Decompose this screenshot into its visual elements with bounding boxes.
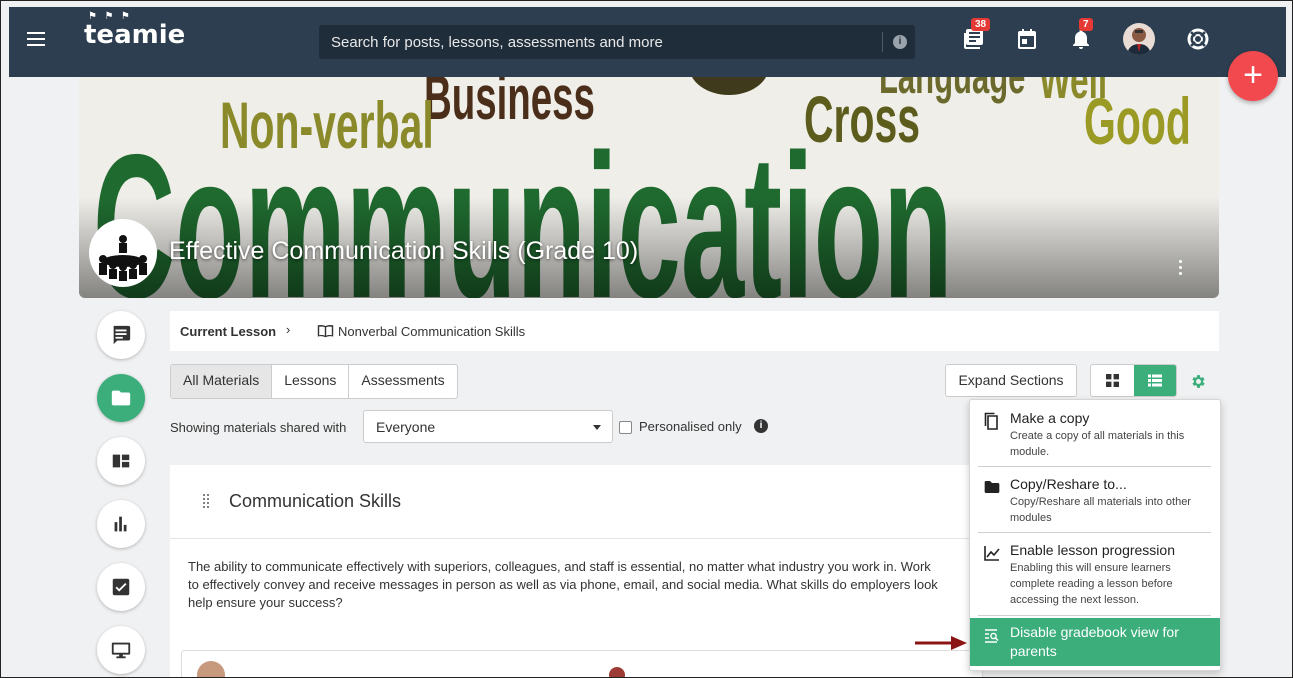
list-icon	[1148, 374, 1162, 387]
banner-word-good: Good	[1084, 84, 1191, 158]
notifications-badge: 7	[1079, 18, 1093, 31]
grid-view-button[interactable]	[1091, 365, 1133, 396]
chevron-down-icon	[593, 425, 601, 430]
author-avatar	[197, 661, 225, 677]
logo-flags-icon: ⚑ ⚑ ⚑	[88, 11, 132, 22]
list-view-button[interactable]	[1134, 365, 1176, 396]
personalised-only-label: Personalised only	[639, 419, 742, 434]
menu-item-copy-reshare[interactable]: Copy/Reshare to... Copy/Reshare all mate…	[970, 467, 1220, 531]
calendar-button[interactable]	[1015, 27, 1039, 51]
menu-item-title: Enable lesson progression	[1010, 542, 1175, 558]
folder-icon	[111, 390, 131, 406]
menu-item-title: Disable gradebook view for parents	[1010, 624, 1179, 659]
status-dot-icon	[609, 667, 625, 677]
section-card: Communication Skills The ability to comm…	[170, 465, 983, 677]
logo-text: teamie	[84, 20, 186, 50]
gradebook-search-icon	[985, 629, 999, 643]
search-input[interactable]	[319, 25, 879, 59]
course-title: Effective Communication Skills (Grade 10…	[169, 237, 639, 265]
posts-badge: 38	[971, 18, 991, 31]
nav-materials-button[interactable]	[97, 374, 145, 422]
hamburger-menu-icon[interactable]	[27, 32, 45, 46]
copy-icon	[984, 412, 998, 430]
grid-icon	[1106, 374, 1119, 387]
course-banner: Business Language Well Non-verbal Cross …	[79, 77, 1219, 298]
book-icon	[317, 324, 334, 338]
help-button[interactable]	[1186, 27, 1210, 51]
nav-tasks-button[interactable]	[97, 563, 145, 611]
breadcrumb-lesson-link[interactable]: Nonverbal Communication Skills	[338, 324, 525, 339]
audience-select[interactable]: Everyone	[363, 410, 613, 443]
nav-analytics-button[interactable]	[97, 500, 145, 548]
material-tabs: All Materials Lessons Assessments	[170, 364, 458, 399]
banner-blob-shape	[689, 77, 769, 95]
nav-classroom-button[interactable]	[97, 626, 145, 674]
shared-with-label: Showing materials shared with	[170, 420, 347, 435]
comment-icon	[113, 325, 131, 345]
menu-item-title: Make a copy	[1010, 410, 1090, 426]
user-avatar[interactable]	[1123, 23, 1155, 55]
bar-chart-icon	[114, 516, 127, 532]
menu-item-desc: Enabling this will ensure learners compl…	[1010, 562, 1173, 606]
menu-item-desc: Copy/Reshare all materials into other mo…	[1010, 496, 1191, 524]
tab-all-materials[interactable]: All Materials	[171, 365, 273, 398]
view-toggle	[1090, 364, 1177, 397]
posts-button[interactable]: 38	[961, 18, 991, 51]
lifebuoy-icon	[1187, 28, 1209, 50]
personalised-only-checkbox[interactable]	[619, 421, 632, 434]
pointer-arrow-icon	[915, 636, 967, 650]
menu-item-make-copy[interactable]: Make a copy Create a copy of all materia…	[970, 400, 1220, 464]
nav-posts-button[interactable]	[97, 311, 145, 359]
expand-sections-button[interactable]: Expand Sections	[945, 364, 1077, 397]
section-header: Communication Skills	[170, 465, 970, 539]
settings-dropdown-menu: Make a copy Create a copy of all materia…	[969, 399, 1221, 671]
section-description: The ability to communicate effectively w…	[188, 559, 938, 610]
folder-icon	[984, 481, 1000, 493]
notifications-button[interactable]: 7	[1069, 18, 1093, 51]
tab-assessments[interactable]: Assessments	[349, 365, 456, 398]
breadcrumb: Current Lesson › Nonverbal Communication…	[170, 311, 1219, 351]
monitor-icon	[111, 642, 131, 659]
drag-handle-icon[interactable]	[202, 493, 210, 509]
menu-item-disable-gradebook[interactable]: Disable gradebook view for parents	[970, 618, 1220, 666]
course-options-icon[interactable]	[1179, 260, 1183, 278]
top-navigation-bar: ⚑ ⚑ ⚑ teamie i 38 7	[9, 7, 1286, 77]
add-fab-button[interactable]: +	[1228, 51, 1278, 101]
search-info-icon[interactable]: i	[893, 35, 907, 49]
search-bar[interactable]: i	[319, 25, 915, 59]
menu-divider	[978, 615, 1211, 616]
dashboard-icon	[112, 454, 130, 468]
chevron-right-icon: ›	[286, 322, 291, 337]
teamie-logo[interactable]: ⚑ ⚑ ⚑ teamie	[84, 11, 186, 50]
course-icon	[89, 219, 157, 287]
meeting-people-icon	[99, 235, 147, 281]
calendar-icon	[1018, 29, 1036, 49]
list-item[interactable]	[181, 650, 983, 677]
app-window: ⚑ ⚑ ⚑ teamie i 38 7	[0, 0, 1293, 678]
checkbox-icon	[112, 578, 130, 596]
menu-item-desc: Create a copy of all materials in this m…	[1010, 430, 1185, 458]
section-title: Communication Skills	[229, 491, 402, 511]
progression-chart-icon	[984, 546, 1000, 561]
menu-item-lesson-progression[interactable]: Enable lesson progression Enabling this …	[970, 533, 1220, 613]
search-divider	[882, 32, 883, 52]
breadcrumb-current-label: Current Lesson	[180, 324, 277, 339]
gear-icon[interactable]	[1190, 373, 1207, 390]
user-photo-icon	[1127, 28, 1151, 55]
personalised-info-icon[interactable]: i	[754, 419, 768, 433]
menu-item-title: Copy/Reshare to...	[1010, 476, 1127, 492]
nav-dashboard-button[interactable]	[97, 437, 145, 485]
tab-lessons[interactable]: Lessons	[272, 365, 350, 398]
audience-select-value: Everyone	[376, 419, 436, 435]
